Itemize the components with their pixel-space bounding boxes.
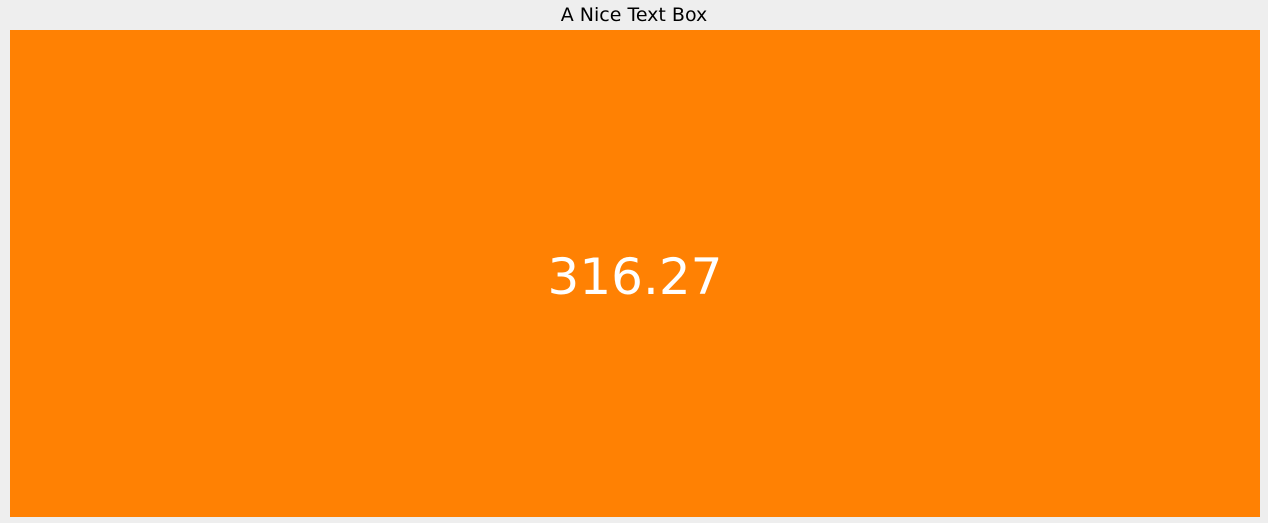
text-box-panel: 316.27 [10,30,1260,517]
text-box-widget: A Nice Text Box 316.27 [0,0,1268,523]
widget-title: A Nice Text Box [560,4,708,26]
text-box-value: 316.27 [547,247,723,306]
